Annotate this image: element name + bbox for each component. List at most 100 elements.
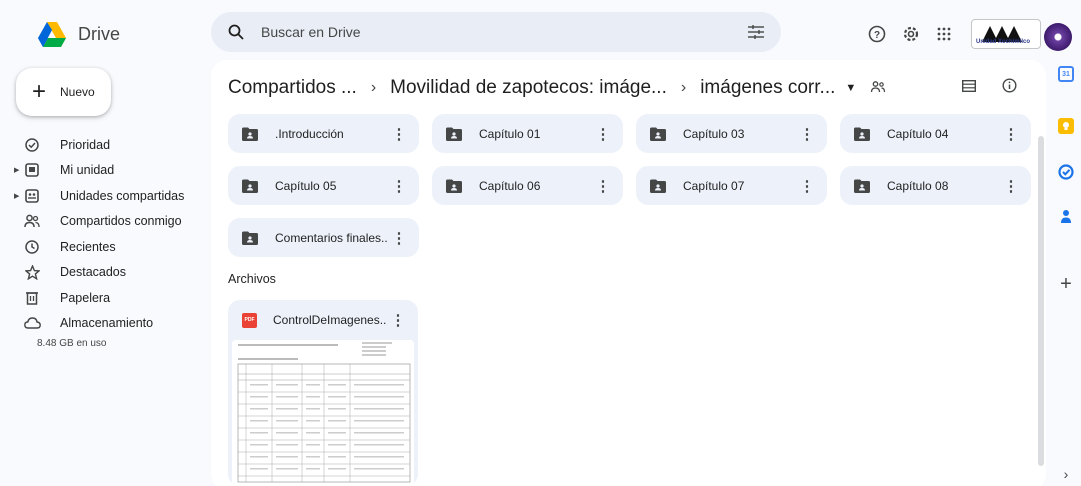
sidebar-item-label: Destacados xyxy=(60,265,127,280)
more-options-icon[interactable]: ⋮ xyxy=(591,177,615,195)
shared-folder-icon xyxy=(242,127,258,141)
sidebar-item-label: Almacenamiento xyxy=(60,316,154,331)
sidebar-item-label: Unidades compartidas xyxy=(60,188,185,203)
sidebar-item-label: Mi unidad xyxy=(60,163,115,178)
calendar-icon[interactable]: 31 xyxy=(1058,66,1074,82)
shared-people-icon[interactable] xyxy=(870,77,886,99)
file-thumbnail xyxy=(232,340,414,486)
chevron-right-icon: › xyxy=(680,79,687,96)
document-preview-icon xyxy=(237,342,411,483)
account-avatar[interactable] xyxy=(1044,23,1072,51)
view-controls xyxy=(961,77,1022,99)
files-section-label: Archivos xyxy=(228,272,276,286)
shared-folder-icon xyxy=(446,127,462,141)
expand-icon[interactable]: › xyxy=(1058,466,1074,482)
apps-grid-icon[interactable] xyxy=(933,23,955,45)
sidebar-item-prioridad[interactable]: Prioridad xyxy=(14,132,204,158)
sidebar-item-recientes[interactable]: Recientes xyxy=(14,234,204,260)
organization-logo[interactable]: Unidad Xochimilco xyxy=(971,19,1041,49)
folder-card[interactable]: Comentarios finales... ⋮ xyxy=(228,218,419,257)
check-circle-icon xyxy=(22,136,42,154)
search-filters-icon[interactable] xyxy=(745,21,767,43)
cloud-icon xyxy=(22,314,42,332)
pdf-icon: PDF xyxy=(242,312,257,328)
shared-folder-icon xyxy=(242,179,258,193)
settings-icon[interactable] xyxy=(900,23,922,45)
add-icon[interactable]: + xyxy=(1058,274,1074,294)
more-options-icon[interactable]: ⋮ xyxy=(795,125,819,143)
help-icon[interactable]: ? xyxy=(866,23,888,45)
shared-folder-icon xyxy=(650,127,666,141)
expand-caret-icon[interactable]: ▶ xyxy=(14,166,19,174)
shared-folder-icon xyxy=(242,231,258,245)
scrollbar[interactable] xyxy=(1038,136,1044,466)
folder-card[interactable]: Capítulo 07 ⋮ xyxy=(636,166,827,205)
folder-name: .Introducción xyxy=(275,126,344,141)
sidebar-item-unidades-compartidas[interactable]: ▶ Unidades compartidas xyxy=(14,183,204,209)
more-options-icon[interactable]: ⋮ xyxy=(386,311,410,329)
folder-card[interactable]: Capítulo 06 ⋮ xyxy=(432,166,623,205)
trash-icon xyxy=(22,289,42,307)
folder-name: Capítulo 08 xyxy=(887,178,949,193)
file-name: ControlDeImagenes... xyxy=(273,313,386,327)
more-options-icon[interactable]: ⋮ xyxy=(387,125,411,143)
folder-card[interactable]: Capítulo 05 ⋮ xyxy=(228,166,419,205)
shared-folder-icon xyxy=(854,179,870,193)
more-options-icon[interactable]: ⋮ xyxy=(387,229,411,247)
sidebar-item-mi-unidad[interactable]: ▶ Mi unidad xyxy=(14,158,204,184)
shared-drives-icon xyxy=(22,187,42,205)
expand-caret-icon[interactable]: ▶ xyxy=(14,192,19,200)
breadcrumb-item[interactable]: Compartidos ... xyxy=(228,77,357,99)
folder-card[interactable]: Capítulo 01 ⋮ xyxy=(432,114,623,153)
folder-name: Comentarios finales... xyxy=(275,230,387,245)
list-view-icon[interactable] xyxy=(961,79,977,97)
dropdown-arrow-icon[interactable]: ▼ xyxy=(845,82,856,94)
sidebar-item-destacados[interactable]: Destacados xyxy=(14,260,204,286)
sidebar-item-label: Papelera xyxy=(60,290,111,305)
side-panel-rail: 31 + › xyxy=(1050,60,1081,486)
sidebar-item-label: Compartidos conmigo xyxy=(60,214,182,229)
more-options-icon[interactable]: ⋮ xyxy=(999,125,1023,143)
breadcrumb-current[interactable]: imágenes corr... xyxy=(700,77,835,99)
search-input[interactable]: Buscar en Drive xyxy=(261,24,745,40)
sidebar-item-papelera[interactable]: Papelera xyxy=(14,285,204,311)
new-button-label: Nuevo xyxy=(60,85,95,99)
contacts-icon[interactable] xyxy=(1058,208,1074,224)
drive-icon xyxy=(38,21,66,47)
app-title: Drive xyxy=(78,23,121,44)
more-options-icon[interactable]: ⋮ xyxy=(591,125,615,143)
shared-folder-icon xyxy=(446,179,462,193)
clock-icon xyxy=(22,238,42,256)
storage-usage-text: 8.48 GB en uso xyxy=(37,338,107,349)
calendar-day: 31 xyxy=(1062,70,1070,78)
folder-card[interactable]: .Introducción ⋮ xyxy=(228,114,419,153)
folder-card[interactable]: Capítulo 08 ⋮ xyxy=(840,166,1031,205)
breadcrumb: Compartidos ... › Movilidad de zapotecos… xyxy=(228,72,886,104)
sidebar-item-compartidos-conmigo[interactable]: Compartidos conmigo xyxy=(14,209,204,235)
tasks-icon[interactable] xyxy=(1058,164,1074,180)
sidebar-item-almacenamiento[interactable]: Almacenamiento xyxy=(14,311,204,337)
file-card[interactable]: PDF ControlDeImagenes... ⋮ xyxy=(228,300,418,486)
sidebar-item-label: Recientes xyxy=(60,239,116,254)
keep-icon[interactable] xyxy=(1058,118,1074,134)
star-icon xyxy=(22,263,42,281)
breadcrumb-item[interactable]: Movilidad de zapotecos: imáge... xyxy=(390,77,667,99)
people-icon xyxy=(22,212,42,230)
drive-logo[interactable]: Drive xyxy=(38,14,168,54)
folder-name: Capítulo 03 xyxy=(683,126,745,141)
folder-card[interactable]: Capítulo 03 ⋮ xyxy=(636,114,827,153)
folder-card[interactable]: Capítulo 04 ⋮ xyxy=(840,114,1031,153)
more-options-icon[interactable]: ⋮ xyxy=(999,177,1023,195)
more-options-icon[interactable]: ⋮ xyxy=(795,177,819,195)
folder-name: Capítulo 04 xyxy=(887,126,949,141)
more-options-icon[interactable]: ⋮ xyxy=(387,177,411,195)
info-icon[interactable] xyxy=(1002,78,1017,98)
chevron-right-icon: › xyxy=(370,79,377,96)
search-bar[interactable]: Buscar en Drive xyxy=(211,12,781,52)
folder-name: Capítulo 07 xyxy=(683,178,745,193)
search-icon[interactable] xyxy=(225,21,247,43)
shared-folder-icon xyxy=(854,127,870,141)
sidebar-item-label: Prioridad xyxy=(60,137,111,152)
my-drive-icon xyxy=(22,161,42,179)
new-button[interactable]: + Nuevo xyxy=(16,68,111,116)
